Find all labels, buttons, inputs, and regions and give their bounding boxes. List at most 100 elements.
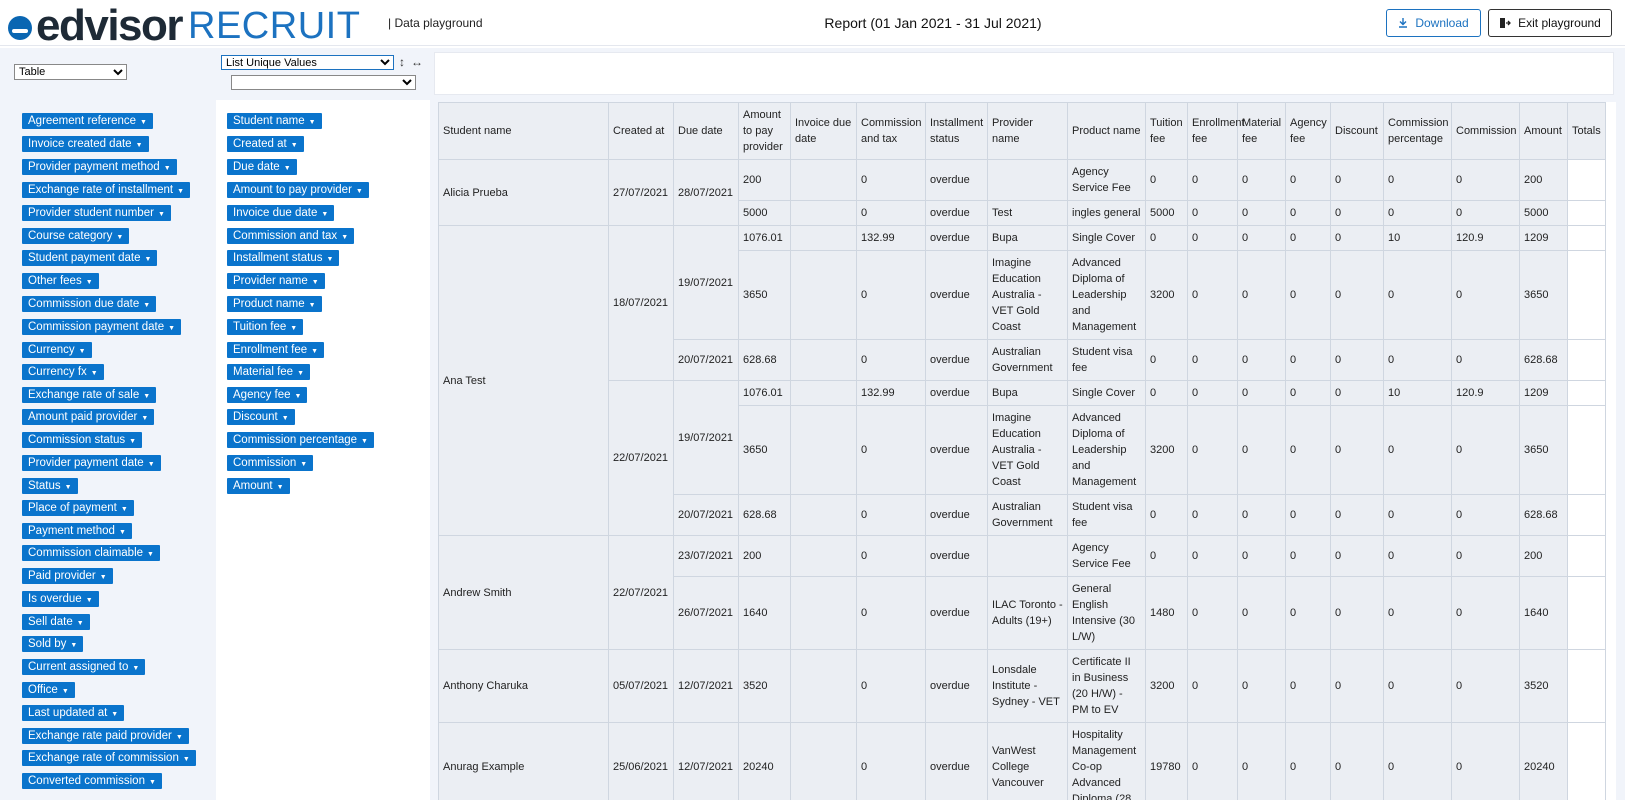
download-button[interactable]: Download — [1386, 9, 1481, 37]
attribute-pill[interactable]: Student name ▼ — [227, 113, 322, 129]
dropdown-triangle-icon[interactable]: ▼ — [277, 484, 284, 491]
aggregator-attribute-select[interactable] — [231, 75, 416, 90]
attribute-pill[interactable]: Course category ▼ — [22, 228, 130, 244]
attribute-pill[interactable]: Amount ▼ — [227, 478, 290, 494]
dropdown-triangle-icon[interactable]: ▼ — [111, 711, 118, 718]
attribute-pill[interactable]: Material fee ▼ — [227, 364, 311, 380]
dropdown-triangle-icon[interactable]: ▼ — [284, 165, 291, 172]
dropdown-triangle-icon[interactable]: ▼ — [116, 234, 123, 241]
attribute-pill[interactable]: Is overdue ▼ — [22, 591, 99, 607]
aggregator-select[interactable]: List Unique Values — [221, 55, 394, 70]
attribute-pill[interactable]: Status ▼ — [22, 478, 78, 494]
attribute-pill[interactable]: Commission payment date ▼ — [22, 319, 182, 335]
dropdown-triangle-icon[interactable]: ▼ — [300, 461, 307, 468]
unused-attributes-area[interactable]: Agreement reference ▼ Invoice created date… — [0, 100, 216, 800]
attribute-pill[interactable]: Invoice due date ▼ — [227, 205, 335, 221]
attribute-pill[interactable]: Due date ▼ — [227, 159, 297, 175]
dropdown-triangle-icon[interactable]: ▼ — [168, 325, 175, 332]
dropdown-triangle-icon[interactable]: ▼ — [145, 256, 152, 263]
dropdown-triangle-icon[interactable]: ▼ — [129, 438, 136, 445]
dropdown-triangle-icon[interactable]: ▼ — [147, 551, 154, 558]
renderer-select[interactable]: Table — [14, 64, 127, 80]
dropdown-triangle-icon[interactable]: ▼ — [121, 506, 128, 513]
attribute-pill[interactable]: Agreement reference ▼ — [22, 113, 153, 129]
attribute-pill[interactable]: Last updated at ▼ — [22, 705, 125, 721]
attribute-pill[interactable]: Other fees ▼ — [22, 273, 99, 289]
attribute-pill[interactable]: Provider student number ▼ — [22, 205, 171, 221]
attribute-pill[interactable]: Tuition fee ▼ — [227, 319, 304, 335]
attribute-pill[interactable]: Exchange rate of sale ▼ — [22, 387, 157, 403]
column-attributes-dropzone[interactable] — [434, 52, 1614, 95]
dropdown-triangle-icon[interactable]: ▼ — [136, 142, 143, 149]
dropdown-triangle-icon[interactable]: ▼ — [290, 325, 297, 332]
dropdown-triangle-icon[interactable]: ▼ — [158, 211, 165, 218]
attribute-pill[interactable]: Commission due date ▼ — [22, 296, 157, 312]
attribute-pill[interactable]: Created at ▼ — [227, 136, 304, 152]
dropdown-triangle-icon[interactable]: ▼ — [119, 529, 126, 536]
attribute-pill[interactable]: Discount ▼ — [227, 409, 295, 425]
attribute-pill[interactable]: Currency ▼ — [22, 342, 92, 358]
attribute-pill[interactable]: Provider payment date ▼ — [22, 455, 161, 471]
dropdown-triangle-icon[interactable]: ▼ — [91, 370, 98, 377]
attribute-pill[interactable]: Office ▼ — [22, 682, 75, 698]
attribute-pill[interactable]: Commission claimable ▼ — [22, 545, 160, 561]
dropdown-triangle-icon[interactable]: ▼ — [86, 597, 93, 604]
edvisor-logo[interactable]: edvisor RECRUIT — [8, 4, 360, 48]
dropdown-triangle-icon[interactable]: ▼ — [148, 461, 155, 468]
attribute-pill[interactable]: Agency fee ▼ — [227, 387, 308, 403]
attribute-pill[interactable]: Sold by ▼ — [22, 636, 84, 652]
dropdown-triangle-icon[interactable]: ▼ — [132, 665, 139, 672]
dropdown-triangle-icon[interactable]: ▼ — [149, 779, 156, 786]
attribute-pill[interactable]: Exchange rate of installment ▼ — [22, 182, 191, 198]
dropdown-triangle-icon[interactable]: ▼ — [321, 211, 328, 218]
exit-playground-button[interactable]: Exit playground — [1488, 9, 1612, 37]
dropdown-triangle-icon[interactable]: ▼ — [77, 620, 84, 627]
dropdown-triangle-icon[interactable]: ▼ — [295, 393, 302, 400]
attribute-pill[interactable]: Commission status ▼ — [22, 432, 143, 448]
attribute-pill[interactable]: Commission percentage ▼ — [227, 432, 374, 448]
dropdown-triangle-icon[interactable]: ▼ — [70, 642, 77, 649]
dropdown-triangle-icon[interactable]: ▼ — [311, 348, 318, 355]
attribute-pill[interactable]: Installment status ▼ — [227, 250, 340, 266]
attribute-pill[interactable]: Paid provider ▼ — [22, 568, 113, 584]
attribute-pill[interactable]: Exchange rate of commission ▼ — [22, 750, 196, 766]
dropdown-triangle-icon[interactable]: ▼ — [356, 188, 363, 195]
dropdown-triangle-icon[interactable]: ▼ — [282, 415, 289, 422]
dropdown-triangle-icon[interactable]: ▼ — [291, 142, 298, 149]
attribute-pill[interactable]: Provider name ▼ — [227, 273, 325, 289]
row-sort-icon[interactable]: ↕ — [399, 55, 405, 69]
dropdown-triangle-icon[interactable]: ▼ — [143, 393, 150, 400]
dropdown-triangle-icon[interactable]: ▼ — [309, 119, 316, 126]
attribute-pill[interactable]: Place of payment ▼ — [22, 500, 134, 516]
row-attributes-area[interactable]: Student name ▼ Created at ▼ Due date ▼ Amount … — [216, 100, 430, 800]
attribute-pill[interactable]: Invoice created date ▼ — [22, 136, 149, 152]
dropdown-triangle-icon[interactable]: ▼ — [361, 438, 368, 445]
dropdown-triangle-icon[interactable]: ▼ — [164, 165, 171, 172]
attribute-pill[interactable]: Current assigned to ▼ — [22, 659, 146, 675]
dropdown-triangle-icon[interactable]: ▼ — [183, 756, 190, 763]
dropdown-triangle-icon[interactable]: ▼ — [140, 119, 147, 126]
attribute-pill[interactable]: Enrollment fee ▼ — [227, 342, 325, 358]
attribute-pill[interactable]: Product name ▼ — [227, 296, 322, 312]
attribute-pill[interactable]: Provider payment method ▼ — [22, 159, 177, 175]
col-sort-icon[interactable]: ↔ — [411, 55, 423, 69]
dropdown-triangle-icon[interactable]: ▼ — [62, 688, 69, 695]
dropdown-triangle-icon[interactable]: ▼ — [309, 302, 316, 309]
attribute-pill[interactable]: Commission ▼ — [227, 455, 314, 471]
dropdown-triangle-icon[interactable]: ▼ — [297, 370, 304, 377]
attribute-pill[interactable]: Commission and tax ▼ — [227, 228, 355, 244]
attribute-pill[interactable]: Payment method ▼ — [22, 523, 132, 539]
dropdown-triangle-icon[interactable]: ▼ — [326, 256, 333, 263]
attribute-pill[interactable]: Amount to pay provider ▼ — [227, 182, 369, 198]
dropdown-triangle-icon[interactable]: ▼ — [79, 348, 86, 355]
dropdown-triangle-icon[interactable]: ▼ — [143, 302, 150, 309]
dropdown-triangle-icon[interactable]: ▼ — [100, 574, 107, 581]
dropdown-triangle-icon[interactable]: ▼ — [312, 279, 319, 286]
dropdown-triangle-icon[interactable]: ▼ — [141, 415, 148, 422]
dropdown-triangle-icon[interactable]: ▼ — [177, 188, 184, 195]
attribute-pill[interactable]: Amount paid provider ▼ — [22, 409, 155, 425]
attribute-pill[interactable]: Converted commission ▼ — [22, 773, 162, 789]
attribute-pill[interactable]: Exchange rate paid provider ▼ — [22, 728, 189, 744]
attribute-pill[interactable]: Student payment date ▼ — [22, 250, 158, 266]
dropdown-triangle-icon[interactable]: ▼ — [341, 234, 348, 241]
